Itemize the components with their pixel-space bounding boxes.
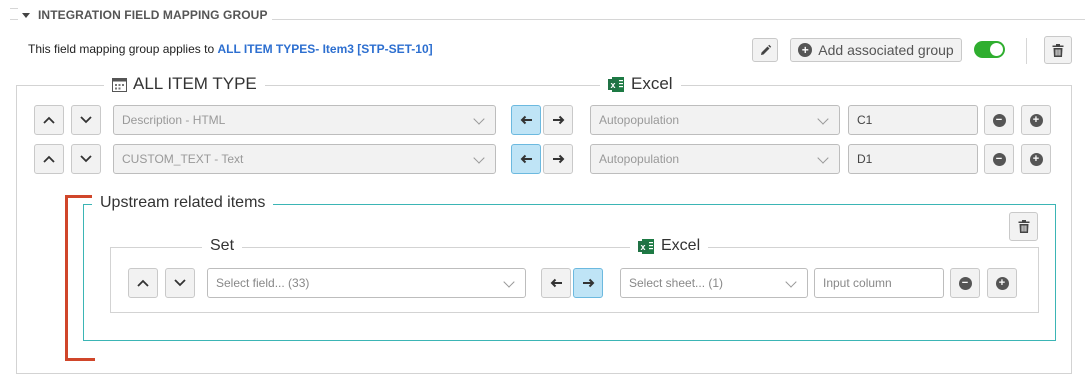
add-group-label: Add associated group [818, 42, 954, 58]
direction-right-button[interactable] [543, 105, 573, 135]
input-column-placeholder: Input column [823, 276, 892, 290]
left-legend: ALL ITEM TYPE [104, 74, 265, 94]
move-up-button[interactable] [34, 105, 64, 135]
column-input-value: C1 [857, 113, 873, 127]
related-left-legend: Set [202, 237, 243, 255]
select-field-placeholder: Select field... (33) [216, 276, 310, 290]
excel-icon: x [608, 76, 624, 92]
toggle-knob [990, 43, 1003, 56]
add-row-button[interactable]: + [1021, 144, 1051, 174]
description-prefix: This field mapping group applies to [28, 42, 215, 56]
minus-circle-icon: − [992, 113, 1006, 127]
related-left-legend-label: Set [210, 237, 235, 254]
arrow-left-icon [520, 154, 532, 164]
add-row-button[interactable]: + [1021, 105, 1051, 135]
group-toggle[interactable] [974, 41, 1005, 58]
divider [1026, 38, 1027, 64]
remove-row-button[interactable]: − [984, 144, 1014, 174]
direction-right-button[interactable] [573, 268, 603, 298]
plus-circle-icon: + [995, 276, 1009, 290]
field-select[interactable]: CUSTOM_TEXT - Text [113, 144, 496, 174]
minus-circle-icon: − [992, 152, 1006, 166]
svg-text:x: x [610, 80, 615, 90]
minus-circle-icon: − [958, 276, 972, 290]
right-legend: x Excel [600, 74, 681, 94]
field-select-value: Description - HTML [122, 113, 226, 127]
arrow-right-icon [582, 278, 594, 288]
group-description: This field mapping group applies to ALL … [28, 42, 433, 56]
source-select-value: Autopopulation [599, 113, 680, 127]
chevron-up-icon [43, 116, 55, 124]
arrow-left-icon [520, 115, 532, 125]
calendar-icon [112, 77, 127, 92]
direction-left-button[interactable] [511, 105, 541, 135]
chevron-down-icon [80, 155, 92, 163]
direction-left-button[interactable] [541, 268, 571, 298]
chevron-down-icon [174, 279, 186, 287]
plus-circle-icon: + [798, 43, 813, 57]
remove-row-button[interactable]: − [950, 268, 980, 298]
select-sheet-dropdown[interactable]: Select sheet... (1) [620, 268, 808, 298]
related-right-legend: x Excel [630, 237, 709, 255]
direction-left-button[interactable] [511, 144, 541, 174]
trash-icon [1018, 220, 1029, 233]
column-input[interactable]: C1 [848, 105, 978, 135]
arrow-left-icon [550, 278, 562, 288]
chevron-down-icon [817, 113, 829, 125]
related-legend-label: Upstream related items [100, 194, 266, 211]
plus-circle-icon: + [1029, 152, 1043, 166]
column-input-value: D1 [857, 152, 873, 166]
item-types-link[interactable]: ALL ITEM TYPES- Item3 [STP-SET-10] [217, 42, 432, 56]
field-select[interactable]: Description - HTML [113, 105, 496, 135]
add-row-button[interactable]: + [987, 268, 1017, 298]
group-title: INTEGRATION FIELD MAPPING GROUP [38, 8, 268, 22]
chevron-up-icon [43, 155, 55, 163]
delete-group-button[interactable] [1044, 36, 1072, 64]
arrow-right-icon [552, 115, 564, 125]
move-down-button[interactable] [71, 144, 101, 174]
right-legend-label: Excel [631, 74, 673, 93]
source-select-value: Autopopulation [599, 152, 680, 166]
chevron-down-icon [80, 116, 92, 124]
field-select-value: CUSTOM_TEXT - Text [122, 152, 244, 166]
delete-related-button[interactable] [1009, 212, 1038, 241]
select-field-dropdown[interactable]: Select field... (33) [207, 268, 526, 298]
related-right-legend-label: Excel [661, 237, 701, 254]
arrow-right-icon [552, 154, 564, 164]
move-up-button[interactable] [34, 144, 64, 174]
related-legend: Upstream related items [92, 194, 274, 212]
chevron-down-icon [473, 152, 485, 164]
input-column-field[interactable]: Input column [814, 268, 944, 298]
direction-right-button[interactable] [543, 144, 573, 174]
group-header[interactable]: INTEGRATION FIELD MAPPING GROUP [18, 8, 272, 22]
move-up-button[interactable] [128, 268, 158, 298]
left-legend-label: ALL ITEM TYPE [133, 74, 257, 93]
source-select[interactable]: Autopopulation [590, 144, 840, 174]
chevron-down-icon [817, 152, 829, 164]
caret-down-icon[interactable] [22, 12, 30, 18]
trash-icon [1052, 43, 1064, 57]
move-down-button[interactable] [165, 268, 195, 298]
column-input[interactable]: D1 [848, 144, 978, 174]
chevron-down-icon [503, 276, 515, 288]
edit-button[interactable] [752, 38, 778, 62]
excel-icon: x [638, 238, 654, 254]
chevron-down-icon [785, 276, 797, 288]
source-select[interactable]: Autopopulation [590, 105, 840, 135]
remove-row-button[interactable]: − [984, 105, 1014, 135]
chevron-up-icon [137, 279, 149, 287]
pencil-icon [760, 44, 771, 55]
chevron-down-icon [473, 113, 485, 125]
select-sheet-placeholder: Select sheet... (1) [629, 276, 724, 290]
move-down-button[interactable] [71, 105, 101, 135]
add-associated-group-button[interactable]: + Add associated group [790, 38, 962, 62]
svg-text:x: x [640, 242, 645, 252]
plus-circle-icon: + [1029, 113, 1043, 127]
